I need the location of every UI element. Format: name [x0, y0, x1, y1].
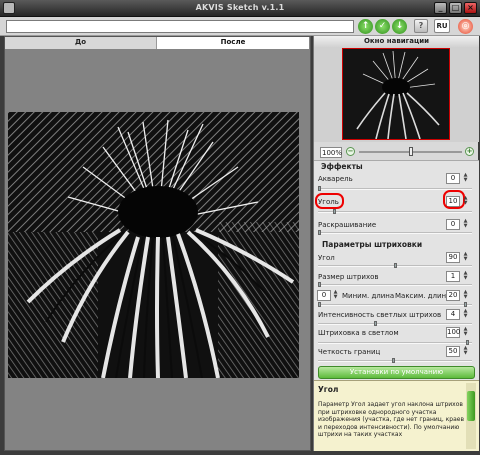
edge-sharpness-slider[interactable]	[318, 360, 472, 362]
settings-panel: Окно навигации 100% − + Эффекты Акварель…	[313, 36, 479, 451]
max-length-thumb[interactable]	[464, 302, 467, 307]
charcoal-spinner[interactable]: ▲ ▼	[462, 196, 469, 207]
edge-sharpness-slider-thumb[interactable]	[392, 358, 395, 363]
stroke-size-spinner[interactable]: ▲ ▼	[462, 271, 469, 282]
zoom-row: 100% − +	[314, 144, 479, 160]
help-scrollbar[interactable]	[466, 383, 476, 449]
help-title: Угол	[318, 385, 339, 394]
angle-spinner[interactable]: ▲ ▼	[462, 252, 469, 263]
navigator-preview-image	[343, 49, 449, 139]
run-icon[interactable]: ✓	[375, 19, 390, 34]
open-icon[interactable]: ↑	[358, 19, 373, 34]
effects-header: Эффекты	[321, 162, 363, 171]
light-hatching-slider[interactable]	[318, 342, 472, 344]
help-text: Параметр Угол задает угол наклона штрихо…	[318, 401, 465, 438]
zoom-value-field[interactable]: 100%	[320, 147, 342, 158]
coloring-input[interactable]: 0	[446, 219, 460, 230]
coloring-spinner[interactable]: ▲ ▼	[462, 219, 469, 230]
max-length-spinner[interactable]: ▲ ▼	[462, 290, 469, 301]
view-tabs: До После	[5, 37, 310, 49]
effects-panel: Эффекты Акварель 0 ▲ ▼ Уголь 10 ▲ ▼ Раскра…	[314, 160, 479, 400]
min-length-spinner[interactable]: ▲ ▼	[332, 290, 339, 301]
navigator-panel	[314, 47, 479, 142]
save-icon[interactable]: ↓	[392, 19, 407, 34]
zoom-out-button[interactable]: −	[346, 147, 355, 156]
watercolor-slider-thumb[interactable]	[318, 186, 321, 191]
watercolor-input[interactable]: 0	[446, 173, 460, 184]
stroke-size-slider[interactable]	[318, 284, 472, 286]
charcoal-slider-thumb[interactable]	[333, 209, 336, 214]
angle-slider-thumb[interactable]	[394, 263, 397, 268]
light-hatching-spinner[interactable]: ▲ ▼	[462, 327, 469, 338]
coloring-slider-thumb[interactable]	[318, 230, 321, 235]
navigator-thumbnail[interactable]	[342, 48, 450, 140]
min-length-label: Миним. длина	[342, 292, 395, 300]
maximize-button[interactable]: □	[449, 2, 462, 14]
light-intensity-slider-thumb[interactable]	[374, 321, 377, 326]
min-length-thumb[interactable]	[318, 302, 321, 307]
zoom-in-button[interactable]: +	[465, 147, 474, 156]
length-range-slider[interactable]	[318, 304, 472, 306]
light-intensity-slider[interactable]	[318, 323, 472, 325]
watercolor-spinner[interactable]: ▲ ▼	[462, 173, 469, 184]
charcoal-label-highlight	[315, 193, 344, 209]
min-length-input[interactable]: 0	[317, 290, 331, 301]
window-title: AKVIS Sketch v.1.1	[195, 3, 285, 12]
navigator-title: Окно навигации	[314, 36, 479, 47]
edge-sharpness-label: Четкость границ	[318, 348, 381, 356]
akvis-logo-icon[interactable]: ◎	[458, 19, 473, 34]
max-length-input[interactable]: 20	[446, 290, 460, 301]
edge-sharpness-input[interactable]: 50	[446, 346, 460, 357]
angle-label: Угол	[318, 254, 335, 262]
light-intensity-input[interactable]: 4	[446, 309, 460, 320]
help-panel: Угол Параметр Угол задает угол наклона ш…	[314, 380, 479, 451]
language-button[interactable]: RU	[434, 19, 450, 33]
edge-sharpness-spinner[interactable]: ▲ ▼	[462, 346, 469, 357]
result-image[interactable]	[8, 112, 299, 378]
light-hatching-input[interactable]: 100	[446, 327, 460, 338]
tab-before[interactable]: До	[5, 37, 157, 49]
path-field[interactable]	[6, 20, 354, 33]
sketch-image	[8, 112, 299, 378]
watercolor-label: Акварель	[318, 175, 353, 183]
coloring-label: Раскрашивание	[318, 221, 377, 229]
close-button[interactable]: ×	[464, 2, 477, 14]
minimize-button[interactable]: _	[434, 2, 447, 14]
tab-after[interactable]: После	[157, 37, 309, 49]
light-hatching-label: Штриховка в светлом	[318, 329, 399, 337]
zoom-slider-thumb[interactable]	[409, 147, 413, 156]
toolbar: ↑ ✓ ↓ ? RU ◎	[0, 17, 480, 36]
stroke-params-header: Параметры штриховки	[322, 240, 423, 249]
help-scrollbar-thumb[interactable]	[467, 391, 475, 421]
coloring-slider[interactable]	[318, 232, 472, 234]
charcoal-slider[interactable]	[318, 211, 472, 213]
title-bar: AKVIS Sketch v.1.1 _ □ ×	[0, 0, 480, 17]
help-icon[interactable]: ?	[414, 19, 428, 33]
stroke-size-label: Размер штрихов	[318, 273, 379, 281]
image-area: До После	[4, 36, 311, 451]
max-length-label: Максим. длина	[395, 292, 451, 300]
light-intensity-label: Интенсивность светлых штрихов	[318, 311, 442, 319]
default-settings-button[interactable]: Установки по умолчанию	[318, 366, 475, 379]
stroke-size-slider-thumb[interactable]	[318, 282, 321, 287]
angle-input[interactable]: 90	[446, 252, 460, 263]
stroke-size-input[interactable]: 1	[446, 271, 460, 282]
light-intensity-spinner[interactable]: ▲ ▼	[462, 309, 469, 320]
